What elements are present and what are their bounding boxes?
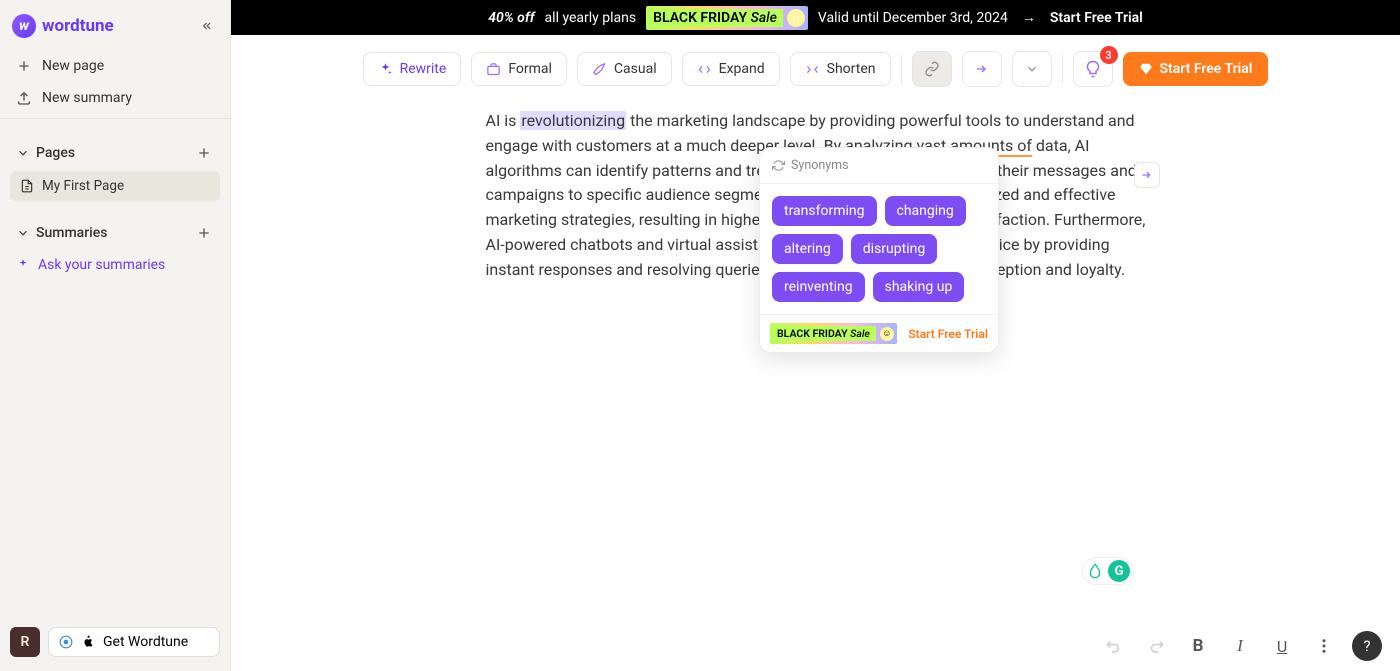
ask-summaries-label: Ask your summaries xyxy=(38,257,165,273)
chevron-left-icon xyxy=(199,19,213,33)
diamond-icon xyxy=(1139,62,1153,76)
bold-button[interactable]: B xyxy=(1184,632,1212,660)
black-friday-badge: BLACK FRIDAY Sale ☺ xyxy=(770,323,897,344)
summaries-label: Summaries xyxy=(36,225,107,241)
get-wordtune-button[interactable]: Get Wordtune xyxy=(48,627,220,657)
add-summary-button[interactable] xyxy=(194,223,214,243)
avatar[interactable]: R xyxy=(10,627,40,657)
link-button[interactable] xyxy=(912,51,952,87)
synonym-chip[interactable]: changing xyxy=(885,196,966,226)
wordtune-drop-icon xyxy=(1086,562,1104,580)
sidebar-page-item[interactable]: My First Page xyxy=(10,171,220,201)
shorten-icon xyxy=(805,62,820,77)
italic-button[interactable]: I xyxy=(1226,632,1254,660)
chevron-down-icon xyxy=(16,146,30,160)
expand-button[interactable]: Expand xyxy=(682,52,780,86)
synonym-chip[interactable]: shaking up xyxy=(873,272,965,302)
document-icon xyxy=(20,179,34,193)
grammarly-icon: G xyxy=(1108,560,1130,582)
surfboard-icon xyxy=(592,62,607,77)
undo-icon xyxy=(1105,637,1123,655)
divider xyxy=(1062,55,1063,83)
chrome-icon xyxy=(59,635,73,649)
sparkle-icon xyxy=(378,62,393,77)
plus-icon xyxy=(16,58,32,74)
lightbulb-icon xyxy=(1084,60,1102,78)
editor-toolbar: Rewrite Formal Casual Expand Shorten xyxy=(231,35,1400,103)
more-button[interactable] xyxy=(1310,632,1338,660)
link-icon xyxy=(924,61,940,77)
smile-icon: ☺ xyxy=(880,327,894,341)
get-wordtune-label: Get Wordtune xyxy=(103,634,188,650)
synonyms-header: Synonyms xyxy=(791,158,849,173)
new-summary-label: New summary xyxy=(42,90,132,106)
ask-summaries-link[interactable]: Ask your summaries xyxy=(10,249,220,281)
synonyms-list: transforming changing altering disruptin… xyxy=(760,184,998,314)
promo-banner: 40% off all yearly plans BLACK FRIDAY Sa… xyxy=(231,0,1400,35)
divider xyxy=(901,55,902,83)
casual-button[interactable]: Casual xyxy=(577,52,672,86)
redo-icon xyxy=(1147,637,1165,655)
summaries-section-header[interactable]: Summaries xyxy=(10,213,220,249)
page-item-title: My First Page xyxy=(42,178,124,194)
synonym-chip[interactable]: reinventing xyxy=(772,272,865,302)
synonym-chip[interactable]: disrupting xyxy=(851,234,937,264)
more-vertical-icon xyxy=(1315,637,1333,655)
ideas-button[interactable]: 3 xyxy=(1073,51,1113,87)
underline-button[interactable]: U xyxy=(1268,632,1296,660)
promo-valid: Valid until December 3rd, 2024 xyxy=(818,10,1008,26)
expand-icon xyxy=(697,62,712,77)
formal-button[interactable]: Formal xyxy=(471,52,567,86)
plus-icon xyxy=(196,225,212,241)
redo-button[interactable] xyxy=(1142,632,1170,660)
dropdown-button[interactable] xyxy=(1012,51,1052,87)
synonym-chip[interactable]: transforming xyxy=(772,196,877,226)
selected-word[interactable]: revolutionizing xyxy=(520,111,626,130)
synonym-chip[interactable]: altering xyxy=(772,234,843,264)
plus-icon xyxy=(196,145,212,161)
promo-plans: all yearly plans xyxy=(545,10,637,26)
black-friday-badge: BLACK FRIDAY Sale ☺ xyxy=(646,6,808,30)
chevron-down-icon xyxy=(1025,62,1039,76)
forward-icon xyxy=(974,61,990,77)
shorten-button[interactable]: Shorten xyxy=(790,52,891,86)
collapse-sidebar-button[interactable] xyxy=(194,14,218,38)
rewrite-button[interactable]: Rewrite xyxy=(363,52,462,86)
start-trial-button[interactable]: Start Free Trial xyxy=(1123,52,1269,86)
logo-text: wordtune xyxy=(42,16,114,36)
apple-icon xyxy=(81,635,95,649)
promo-cta-link[interactable]: Start Free Trial xyxy=(1050,10,1143,26)
refresh-icon xyxy=(772,159,785,172)
logo-icon: w xyxy=(12,14,36,38)
upload-icon xyxy=(16,90,32,106)
new-page-button[interactable]: New page xyxy=(10,50,220,82)
promo-discount: 40% off xyxy=(488,10,534,26)
new-page-label: New page xyxy=(42,58,104,74)
grammarly-widget[interactable]: G xyxy=(1082,557,1134,585)
continue-button[interactable] xyxy=(962,51,1002,87)
new-summary-button[interactable]: New summary xyxy=(10,82,220,114)
app-logo[interactable]: w wordtune xyxy=(12,14,114,38)
format-toolbar: B I U ? xyxy=(1082,621,1400,671)
synonyms-popup: Synonyms transforming changing altering … xyxy=(759,147,999,353)
sparkle-icon xyxy=(16,258,30,272)
pages-section-header[interactable]: Pages xyxy=(10,133,220,169)
arrow-right-icon: → xyxy=(1022,9,1036,26)
continue-writing-button[interactable] xyxy=(1134,162,1160,188)
separator xyxy=(0,118,230,119)
help-button[interactable]: ? xyxy=(1352,631,1382,661)
briefcase-icon xyxy=(486,62,501,77)
pages-label: Pages xyxy=(36,145,75,161)
smile-icon: ☺ xyxy=(787,9,805,27)
popup-trial-link[interactable]: Start Free Trial xyxy=(908,327,988,341)
ideas-count-badge: 3 xyxy=(1100,46,1118,64)
chevron-down-icon xyxy=(16,226,30,240)
forward-icon xyxy=(1140,168,1154,182)
undo-button[interactable] xyxy=(1100,632,1128,660)
add-page-button[interactable] xyxy=(194,143,214,163)
sidebar: w wordtune New page New summary Pages xyxy=(0,0,231,671)
